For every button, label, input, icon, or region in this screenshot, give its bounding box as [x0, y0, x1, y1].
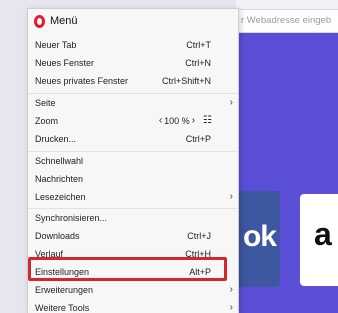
menu-item-more-tools[interactable]: Weitere Tools ›	[28, 300, 238, 313]
menu-item-shortcut: Ctrl+N	[185, 58, 211, 68]
speed-dial-tile-1-text: ok	[242, 220, 277, 253]
menu-item-extensions[interactable]: Erweiterungen ›	[28, 282, 238, 298]
menu-item-sync[interactable]: Synchronisieren...	[28, 210, 238, 226]
chevron-right-icon[interactable]: ›	[190, 115, 197, 126]
address-bar[interactable]: r Webadresse eingeb	[236, 9, 338, 33]
menu-item-label: Zoom	[35, 116, 59, 126]
menu-item-label: Schnellwahl	[35, 156, 84, 166]
menu-item-new-window[interactable]: Neues Fenster Ctrl+N	[28, 55, 238, 71]
menu-item-bookmarks[interactable]: Lesezeichen ›	[28, 189, 238, 205]
menu-item-news[interactable]: Nachrichten	[28, 171, 238, 187]
menu-separator	[28, 151, 238, 152]
menu-header[interactable]: Menü	[28, 9, 238, 33]
menu-item-print[interactable]: Drucken... Ctrl+P	[28, 131, 238, 147]
menu-item-shortcut: Ctrl+P	[185, 134, 211, 144]
menu-item-new-tab[interactable]: Neuer Tab Ctrl+T	[28, 37, 238, 53]
menu-separator	[28, 93, 238, 94]
menu-item-zoom: Zoom ‹ 100 % › ☷	[28, 113, 238, 129]
menu-item-downloads[interactable]: Downloads Ctrl+J	[28, 228, 238, 244]
chevron-left-icon[interactable]: ‹	[157, 115, 164, 126]
menu-item-label: Downloads	[35, 231, 80, 241]
chevron-right-icon: ›	[229, 284, 233, 295]
zoom-controls: ‹ 100 % › ☷	[157, 115, 212, 126]
menu-item-page[interactable]: Seite ›	[28, 95, 238, 111]
menu-item-label: Nachrichten	[35, 174, 84, 184]
menu-item-label: Weitere Tools	[35, 303, 90, 313]
menu-item-shortcut: Ctrl+T	[186, 40, 211, 50]
menu-item-label: Synchronisieren...	[35, 213, 108, 223]
menu-item-shortcut: Ctrl+J	[187, 231, 211, 241]
menu-item-label: Seite	[35, 98, 56, 108]
menu-item-label: Drucken...	[35, 134, 77, 144]
menu-item-new-private-window[interactable]: Neues privates Fenster Ctrl+Shift+N	[28, 73, 238, 89]
menu-item-label: Neues privates Fenster	[35, 76, 129, 86]
menu-item-label: Lesezeichen	[35, 192, 86, 202]
menu-item-shortcut: Ctrl+Shift+N	[161, 76, 211, 86]
menu-title: Menü	[50, 15, 78, 27]
chevron-right-icon: ›	[229, 302, 233, 313]
opera-logo-icon	[34, 14, 45, 28]
menu-separator	[28, 208, 238, 209]
zoom-value: 100 %	[164, 115, 190, 126]
menu-item-label: Neuer Tab	[35, 40, 77, 50]
settings-highlight-box	[28, 257, 227, 281]
menu-item-label: Neues Fenster	[35, 58, 95, 68]
address-placeholder: r Webadresse eingeb	[241, 15, 332, 26]
speed-dial-tile-2-text: a	[314, 216, 332, 252]
chevron-right-icon: ›	[229, 97, 233, 108]
menu-item-speed-dial[interactable]: Schnellwahl	[28, 153, 238, 169]
menu-item-label: Erweiterungen	[35, 285, 94, 295]
fullscreen-icon[interactable]: ☷	[203, 115, 212, 126]
chevron-right-icon: ›	[229, 191, 233, 202]
